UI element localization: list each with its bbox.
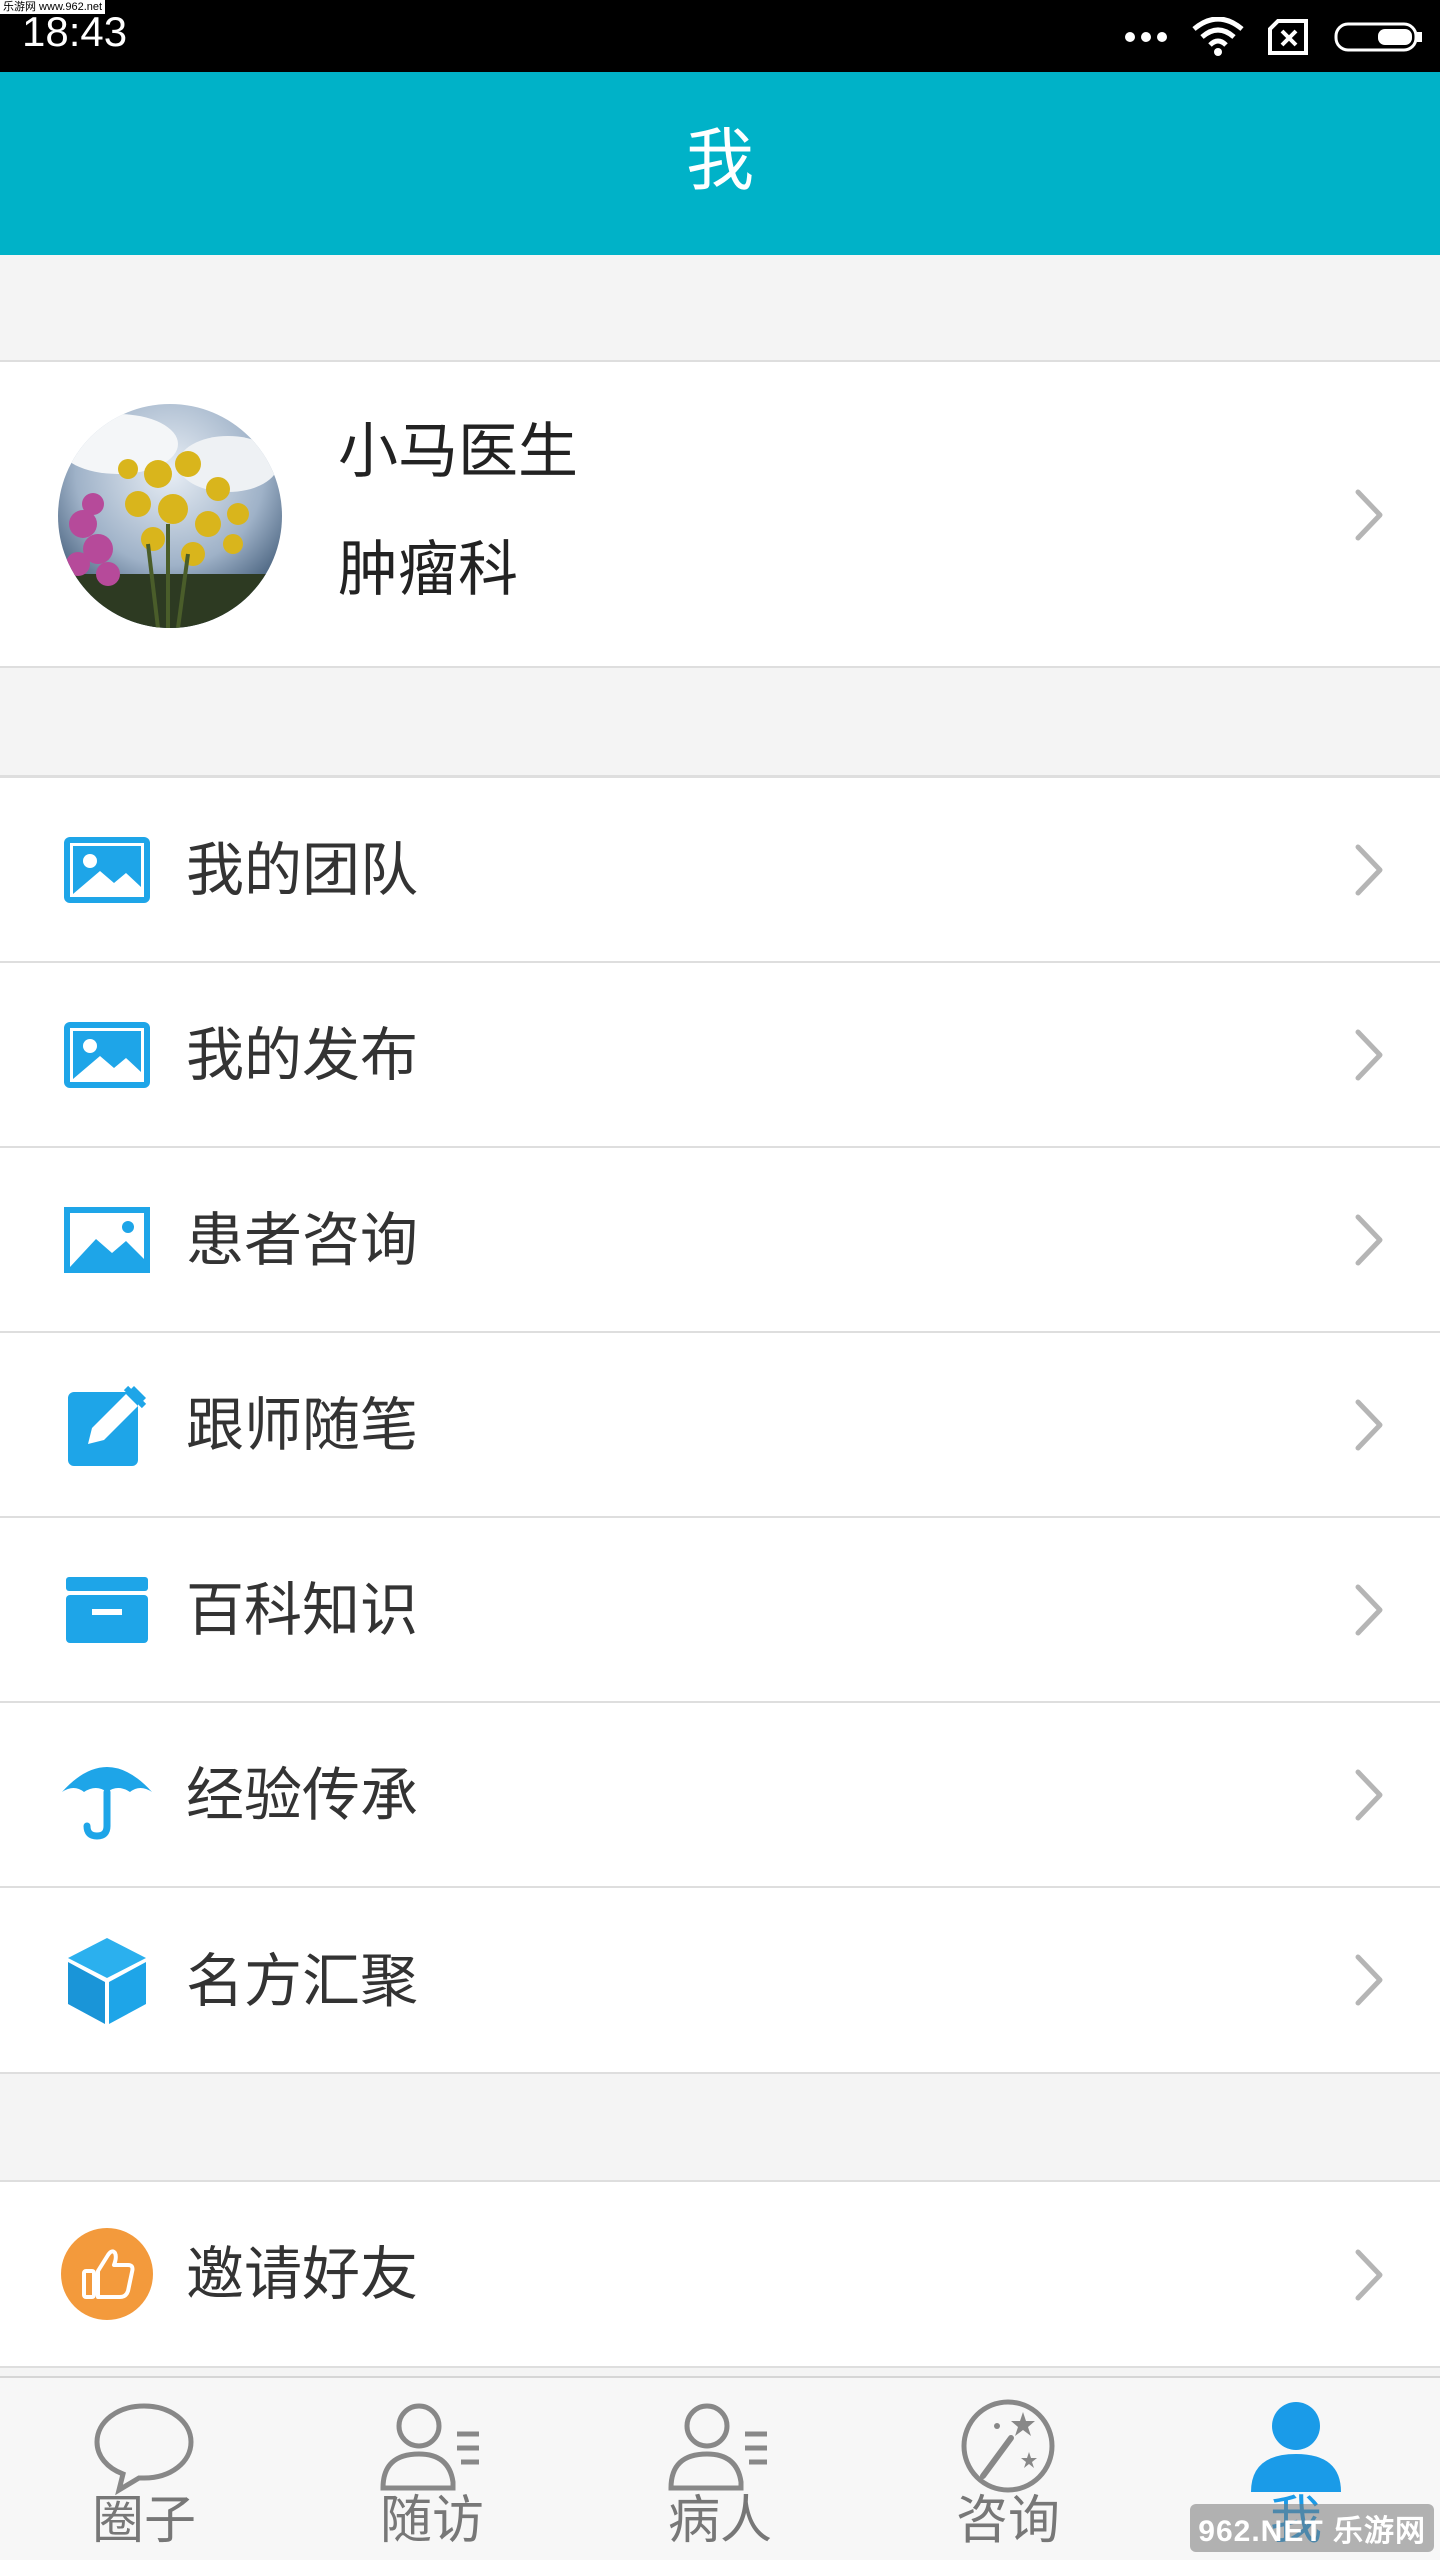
status-icons bbox=[1124, 16, 1424, 58]
menu-item-label: 我的团队 bbox=[186, 835, 419, 904]
person-list-icon bbox=[380, 2403, 479, 2491]
nav-label: 随访 bbox=[379, 2491, 484, 2551]
menu-item-label: 我的发布 bbox=[186, 1020, 419, 1089]
menu-item-famous-prescriptions[interactable]: 名方汇聚 bbox=[0, 1888, 1440, 2073]
image-icon bbox=[64, 1021, 150, 1088]
profile-name: 小马医生 bbox=[338, 417, 578, 487]
umbrella-icon bbox=[62, 1766, 152, 1840]
thumbs-up-icon bbox=[61, 2228, 153, 2320]
chevron-right-icon bbox=[1355, 1954, 1383, 2006]
menu-item-study-notes[interactable]: 跟师随笔 bbox=[0, 1333, 1440, 1518]
nav-label: 病人 bbox=[667, 2491, 772, 2551]
chevron-right-icon bbox=[1355, 1029, 1383, 1081]
menu-item-label: 经验传承 bbox=[186, 1760, 419, 1829]
chat-bubble-icon bbox=[94, 2403, 194, 2496]
menu-item-encyclopedia[interactable]: 百科知识 bbox=[0, 1518, 1440, 1703]
chevron-right-icon bbox=[1355, 844, 1383, 896]
magic-wand-icon bbox=[961, 2399, 1055, 2493]
person-icon bbox=[1251, 2402, 1341, 2492]
menu-item-label: 患者咨询 bbox=[186, 1205, 419, 1274]
menu-list: 我的团队 我的发布 患者咨询 跟师随笔 百科知识 经验传承 名方汇聚 bbox=[0, 775, 1440, 2074]
menu-item-label: 百科知识 bbox=[186, 1575, 419, 1644]
edit-icon bbox=[68, 1385, 147, 1466]
app-header: 我 bbox=[0, 72, 1440, 255]
menu-item-my-posts[interactable]: 我的发布 bbox=[0, 963, 1440, 1148]
chevron-right-icon bbox=[1355, 1214, 1383, 1266]
image-icon bbox=[64, 836, 150, 903]
menu-item-label: 名方汇聚 bbox=[186, 1946, 419, 2015]
bottom-nav: 圈子 随访 病人 咨询 我 962.NET 乐游 bbox=[0, 2376, 1440, 2560]
nav-tab-patients[interactable]: 病人 bbox=[576, 2378, 864, 2560]
nav-tab-circle[interactable]: 圈子 bbox=[0, 2378, 288, 2560]
person-list-icon bbox=[668, 2403, 767, 2491]
chevron-right-icon bbox=[1355, 1769, 1383, 1821]
wifi-icon bbox=[1192, 17, 1244, 56]
chevron-right-icon bbox=[1355, 489, 1383, 541]
invite-friends-row[interactable]: 邀请好友 bbox=[0, 2180, 1440, 2368]
archive-box-icon bbox=[66, 1576, 148, 1643]
chevron-right-icon bbox=[1355, 1584, 1383, 1636]
status-bar: 乐游网 www.962.net 18:43 bbox=[0, 0, 1440, 72]
menu-item-my-team[interactable]: 我的团队 bbox=[0, 778, 1440, 963]
page-title: 我 bbox=[685, 122, 754, 201]
sim-card-x-icon bbox=[1268, 19, 1308, 55]
profile-department: 肿瘤科 bbox=[338, 535, 518, 605]
watermark-bottom: 962.NET 乐游网 bbox=[1190, 2504, 1434, 2552]
image-icon bbox=[64, 1206, 150, 1273]
invite-label: 邀请好友 bbox=[186, 2240, 419, 2308]
nav-label: 圈子 bbox=[91, 2491, 196, 2551]
chevron-right-icon bbox=[1355, 1399, 1383, 1451]
avatar[interactable] bbox=[58, 404, 282, 628]
cube-icon bbox=[68, 1937, 146, 2024]
menu-item-patient-consult[interactable]: 患者咨询 bbox=[0, 1148, 1440, 1333]
nav-label: 咨询 bbox=[955, 2491, 1060, 2551]
more-dots-icon bbox=[1125, 32, 1167, 42]
profile-card[interactable]: 小马医生 肿瘤科 bbox=[0, 360, 1440, 668]
avatar-image bbox=[58, 404, 282, 628]
menu-item-experience[interactable]: 经验传承 bbox=[0, 1703, 1440, 1888]
nav-tab-consult[interactable]: 咨询 bbox=[864, 2378, 1152, 2560]
status-time: 18:43 bbox=[22, 8, 128, 55]
chevron-right-icon bbox=[1355, 2249, 1383, 2301]
menu-item-label: 跟师随笔 bbox=[186, 1390, 419, 1459]
nav-tab-follow-up[interactable]: 随访 bbox=[288, 2378, 576, 2560]
battery-icon bbox=[1334, 22, 1422, 52]
